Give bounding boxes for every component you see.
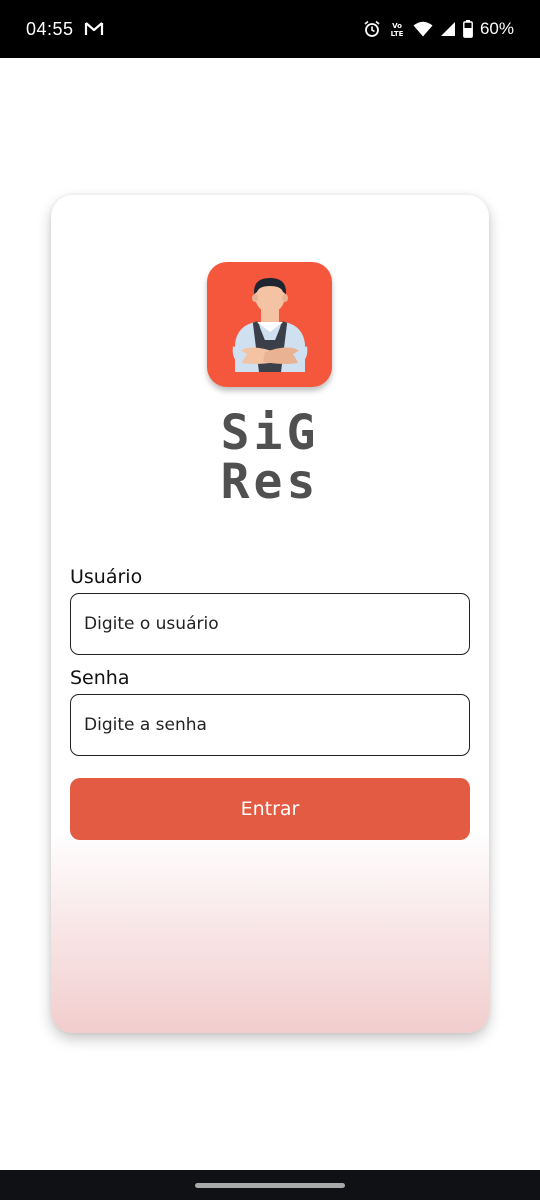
home-indicator[interactable] — [195, 1183, 345, 1188]
svg-text:Vo: Vo — [392, 22, 402, 30]
status-right: Vo LTE 60% — [363, 19, 514, 39]
status-left: 04:55 — [26, 19, 104, 40]
alarm-icon — [363, 20, 381, 38]
login-card: SiG Res Usuário Senha Entrar — [51, 195, 489, 1033]
username-label: Usuário — [70, 566, 143, 588]
password-input[interactable] — [70, 694, 470, 756]
system-nav-bar — [0, 1170, 540, 1200]
chef-avatar-icon — [232, 278, 308, 372]
password-label: Senha — [70, 667, 130, 689]
gmail-icon — [84, 21, 104, 37]
battery-percent: 60% — [479, 19, 514, 38]
volte-icon: Vo LTE — [388, 20, 406, 38]
svg-text:LTE: LTE — [391, 30, 404, 38]
status-bar: 04:55 Vo LTE 60% — [0, 0, 540, 58]
app-logo — [207, 262, 332, 387]
wifi-icon — [413, 21, 433, 37]
app-title-line2: Res — [220, 454, 320, 510]
username-input[interactable] — [70, 593, 470, 655]
login-button[interactable]: Entrar — [70, 778, 470, 840]
cell-signal-icon — [440, 21, 456, 37]
app-title-line1: SiG — [220, 405, 320, 461]
status-time: 04:55 — [26, 18, 74, 39]
battery-icon — [463, 20, 473, 38]
